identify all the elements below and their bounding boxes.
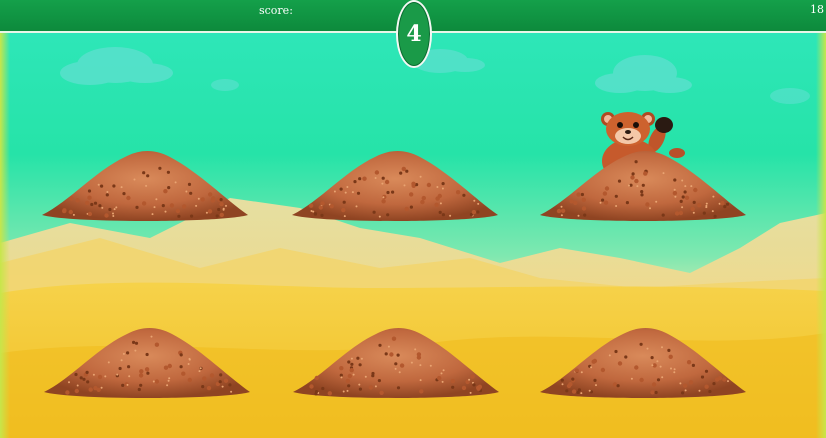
cloud-left-icon [60,47,173,85]
timer-value: 4 [406,21,422,47]
left-edge-glow [0,33,10,438]
dirt-mound-3[interactable] [538,141,748,226]
dirt-mound-5[interactable] [291,318,501,403]
cloud-small-icon [211,79,239,91]
game-scene [0,33,826,438]
dirt-mound-4[interactable] [42,318,252,403]
dirt-mound-2[interactable] [290,141,500,226]
score-label: score: [259,4,293,17]
dirt-mound-6[interactable] [538,318,748,403]
cloud-right-icon [595,55,692,93]
score-value: 18 [810,3,824,16]
timer-badge: 4 [396,0,432,68]
right-edge-glow [816,33,826,438]
dirt-mound-1[interactable] [40,141,250,226]
cloud-far-right-icon [770,88,810,104]
